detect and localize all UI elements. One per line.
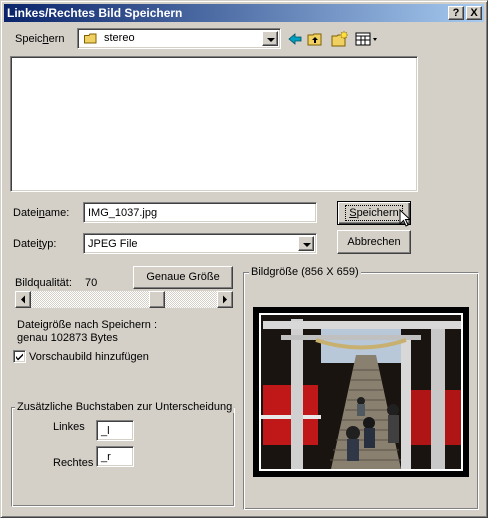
preview-checkbox[interactable] xyxy=(13,350,26,363)
save-button-accel: S xyxy=(349,207,357,219)
filesize-line1: Dateigröße nach Speichern : xyxy=(17,319,158,331)
left-suffix-value: _l xyxy=(101,425,110,437)
save-button-label: Speichern xyxy=(345,205,403,221)
filename-value: IMG_1037.jpg xyxy=(88,207,158,219)
filetype-label-part2: yp: xyxy=(41,238,57,250)
close-button[interactable]: X xyxy=(466,6,482,20)
preview-checkbox-label: Vorschaubild hinzufügen xyxy=(29,351,149,363)
new-folder-icon[interactable] xyxy=(331,30,349,47)
save-in-label-part1: Speic xyxy=(15,33,43,45)
filename-input[interactable]: IMG_1037.jpg xyxy=(83,202,317,223)
left-suffix-label: Linkes xyxy=(53,421,85,433)
folder-name: stereo xyxy=(104,32,135,44)
left-suffix-input[interactable]: _l xyxy=(96,420,134,441)
filename-label-part2: ame: xyxy=(44,207,70,219)
quality-label: Bildqualität: xyxy=(15,277,72,289)
title-bar: Linkes/Rechtes Bild Speichern ? X xyxy=(4,4,484,22)
filesize-line2: genau 102873 Bytes xyxy=(17,332,118,344)
help-button[interactable]: ? xyxy=(448,6,464,20)
save-in-label-part2: ern xyxy=(48,33,65,45)
mouse-cursor-icon xyxy=(399,208,413,229)
checkmark-icon xyxy=(16,353,23,361)
file-list[interactable] xyxy=(10,56,418,192)
save-in-label: Speichern xyxy=(15,33,65,45)
filetype-dropdown-arrow[interactable] xyxy=(298,236,314,251)
filename-label-part1: Datei xyxy=(13,207,39,219)
filename-label: Dateiname: xyxy=(13,207,69,219)
quality-value: 70 xyxy=(85,277,98,289)
folder-icon xyxy=(84,33,98,44)
slider-left-button[interactable] xyxy=(15,291,31,308)
save-dialog: Linkes/Rechtes Bild Speichern ? X Speich… xyxy=(0,0,488,518)
suffix-group-title: Zusätzliche Buchstaben zur Unterscheidun… xyxy=(15,401,235,413)
filetype-value: JPEG File xyxy=(88,238,138,250)
quality-slider[interactable] xyxy=(15,291,233,308)
image-size-title: Bildgröße (856 X 659) xyxy=(249,266,361,278)
filetype-label-part1: Datei xyxy=(13,238,39,250)
window-title: Linkes/Rechtes Bild Speichern xyxy=(7,6,183,20)
folder-combo[interactable]: stereo xyxy=(77,28,281,49)
slider-thumb[interactable] xyxy=(149,291,165,308)
preview-image-border xyxy=(259,313,463,471)
up-folder-icon[interactable] xyxy=(307,31,323,47)
preview-image xyxy=(253,307,469,477)
slider-right-button[interactable] xyxy=(217,291,233,308)
cancel-button[interactable]: Abbrechen xyxy=(337,230,411,254)
shrine-photo xyxy=(261,315,461,469)
view-menu-icon[interactable] xyxy=(355,31,379,47)
right-suffix-value: _r xyxy=(101,451,111,463)
exact-size-button[interactable]: Genaue Größe xyxy=(133,266,233,289)
filetype-label: Dateityp: xyxy=(13,238,56,250)
save-button-text: peichern xyxy=(356,207,399,219)
folder-dropdown-arrow[interactable] xyxy=(262,31,278,46)
right-suffix-label: Rechtes xyxy=(53,457,94,469)
back-arrow-icon[interactable] xyxy=(287,31,303,47)
filetype-combo[interactable]: JPEG File xyxy=(83,233,317,254)
right-suffix-input[interactable]: _r xyxy=(96,446,134,467)
